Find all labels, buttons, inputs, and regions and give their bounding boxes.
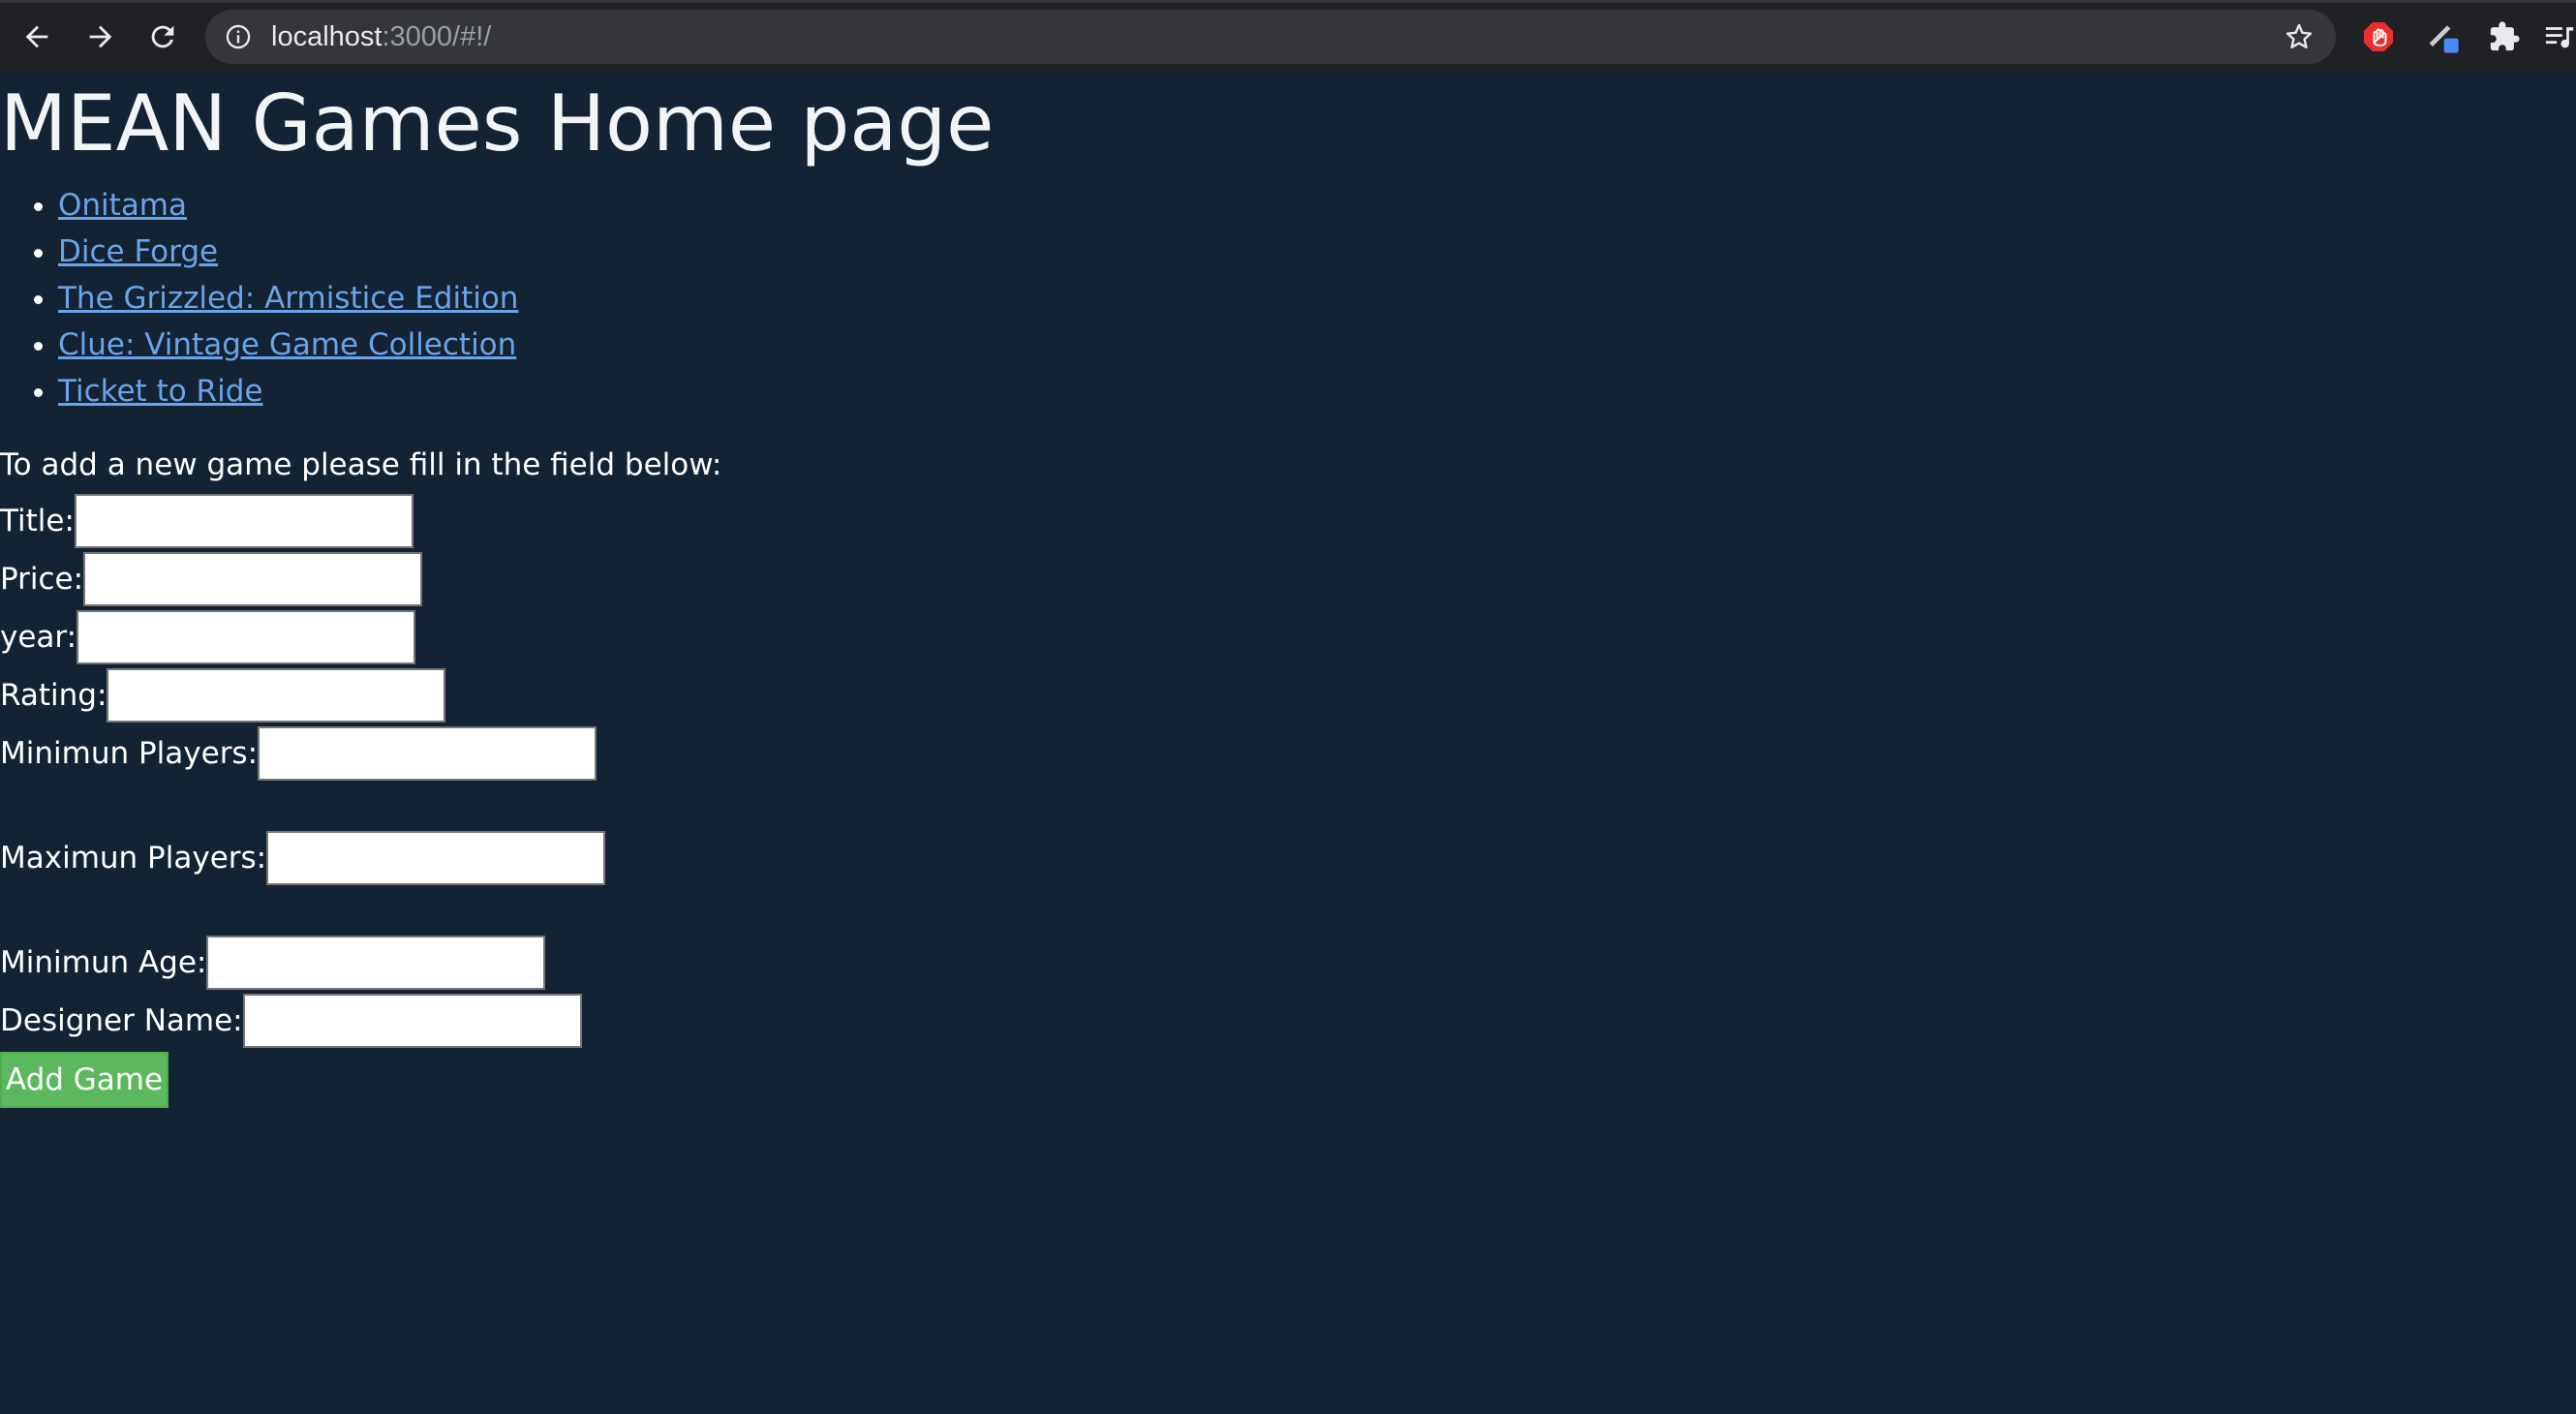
max-players-input[interactable]: [266, 831, 606, 885]
rating-label: Rating:: [0, 678, 107, 713]
list-item: Onitama: [58, 182, 518, 229]
game-link-ticket-to-ride[interactable]: Ticket to Ride: [58, 374, 262, 409]
add-game-button[interactable]: Add Game: [0, 1052, 169, 1108]
address-bar[interactable]: localhost:3000/#!/: [205, 10, 2336, 64]
game-link-onitama[interactable]: Onitama: [58, 188, 187, 223]
pen-extension-button[interactable]: [2423, 17, 2462, 56]
year-input[interactable]: [77, 610, 416, 664]
list-item: Clue: Vintage Game Collection: [58, 322, 518, 368]
title-field: Title:: [0, 492, 414, 550]
page-title: MEAN Games Home page: [0, 78, 995, 169]
back-button[interactable]: [14, 14, 60, 60]
min-age-label: Minimun Age:: [0, 945, 207, 980]
year-field: year:: [0, 608, 416, 666]
forward-arrow-icon: [89, 25, 112, 48]
min-players-input[interactable]: [258, 726, 598, 781]
tab-strip-edge: [0, 0, 2576, 3]
game-list: Onitama Dice Forge The Grizzled: Armisti…: [0, 182, 518, 415]
price-label: Price:: [0, 562, 84, 597]
media-control-button[interactable]: [2543, 17, 2576, 56]
game-link-clue[interactable]: Clue: Vintage Game Collection: [58, 327, 516, 362]
min-players-label: Minimun Players:: [0, 736, 259, 771]
pen-extension-icon: [2429, 25, 2459, 53]
title-input[interactable]: [74, 494, 414, 548]
min-age-input[interactable]: [206, 936, 546, 990]
list-item: The Grizzled: Armistice Edition: [58, 275, 518, 322]
back-arrow-icon: [25, 25, 48, 48]
adblock-extension-button[interactable]: [2359, 17, 2398, 56]
designer-label: Designer Name:: [0, 1003, 243, 1038]
designer-field: Designer Name:: [0, 992, 582, 1050]
game-link-the-grizzled[interactable]: The Grizzled: Armistice Edition: [58, 281, 518, 316]
year-label: year:: [0, 620, 77, 655]
rating-field: Rating:: [0, 666, 446, 724]
forward-button[interactable]: [77, 14, 124, 60]
url-path: :3000/#!/: [382, 21, 492, 52]
list-item: Dice Forge: [58, 229, 518, 275]
min-age-field: Minimun Age:: [0, 934, 546, 992]
title-label: Title:: [0, 504, 75, 538]
list-item: Ticket to Ride: [58, 368, 518, 415]
url-text[interactable]: localhost:3000/#!/: [271, 20, 491, 53]
reload-icon: [151, 25, 174, 48]
form-intro-text: To add a new game please fill in the fie…: [0, 447, 722, 482]
media-list-icon: [2545, 27, 2574, 48]
puzzle-icon: [2490, 21, 2520, 51]
price-input[interactable]: [83, 552, 423, 606]
max-players-label: Maximun Players:: [0, 841, 267, 876]
url-host: localhost: [271, 21, 383, 52]
price-field: Price:: [0, 550, 423, 608]
extensions-button[interactable]: [2485, 17, 2524, 56]
max-players-field: Maximun Players:: [0, 829, 606, 887]
browser-toolbar: localhost:3000/#!/: [0, 0, 2576, 74]
reload-button[interactable]: [139, 14, 186, 60]
designer-input[interactable]: [242, 994, 582, 1048]
adblock-icon: [2364, 22, 2393, 51]
min-players-field: Minimun Players:: [0, 724, 598, 783]
info-icon[interactable]: [225, 23, 252, 50]
game-link-dice-forge[interactable]: Dice Forge: [58, 234, 218, 269]
rating-input[interactable]: [107, 668, 446, 722]
star-icon[interactable]: [2284, 21, 2315, 52]
